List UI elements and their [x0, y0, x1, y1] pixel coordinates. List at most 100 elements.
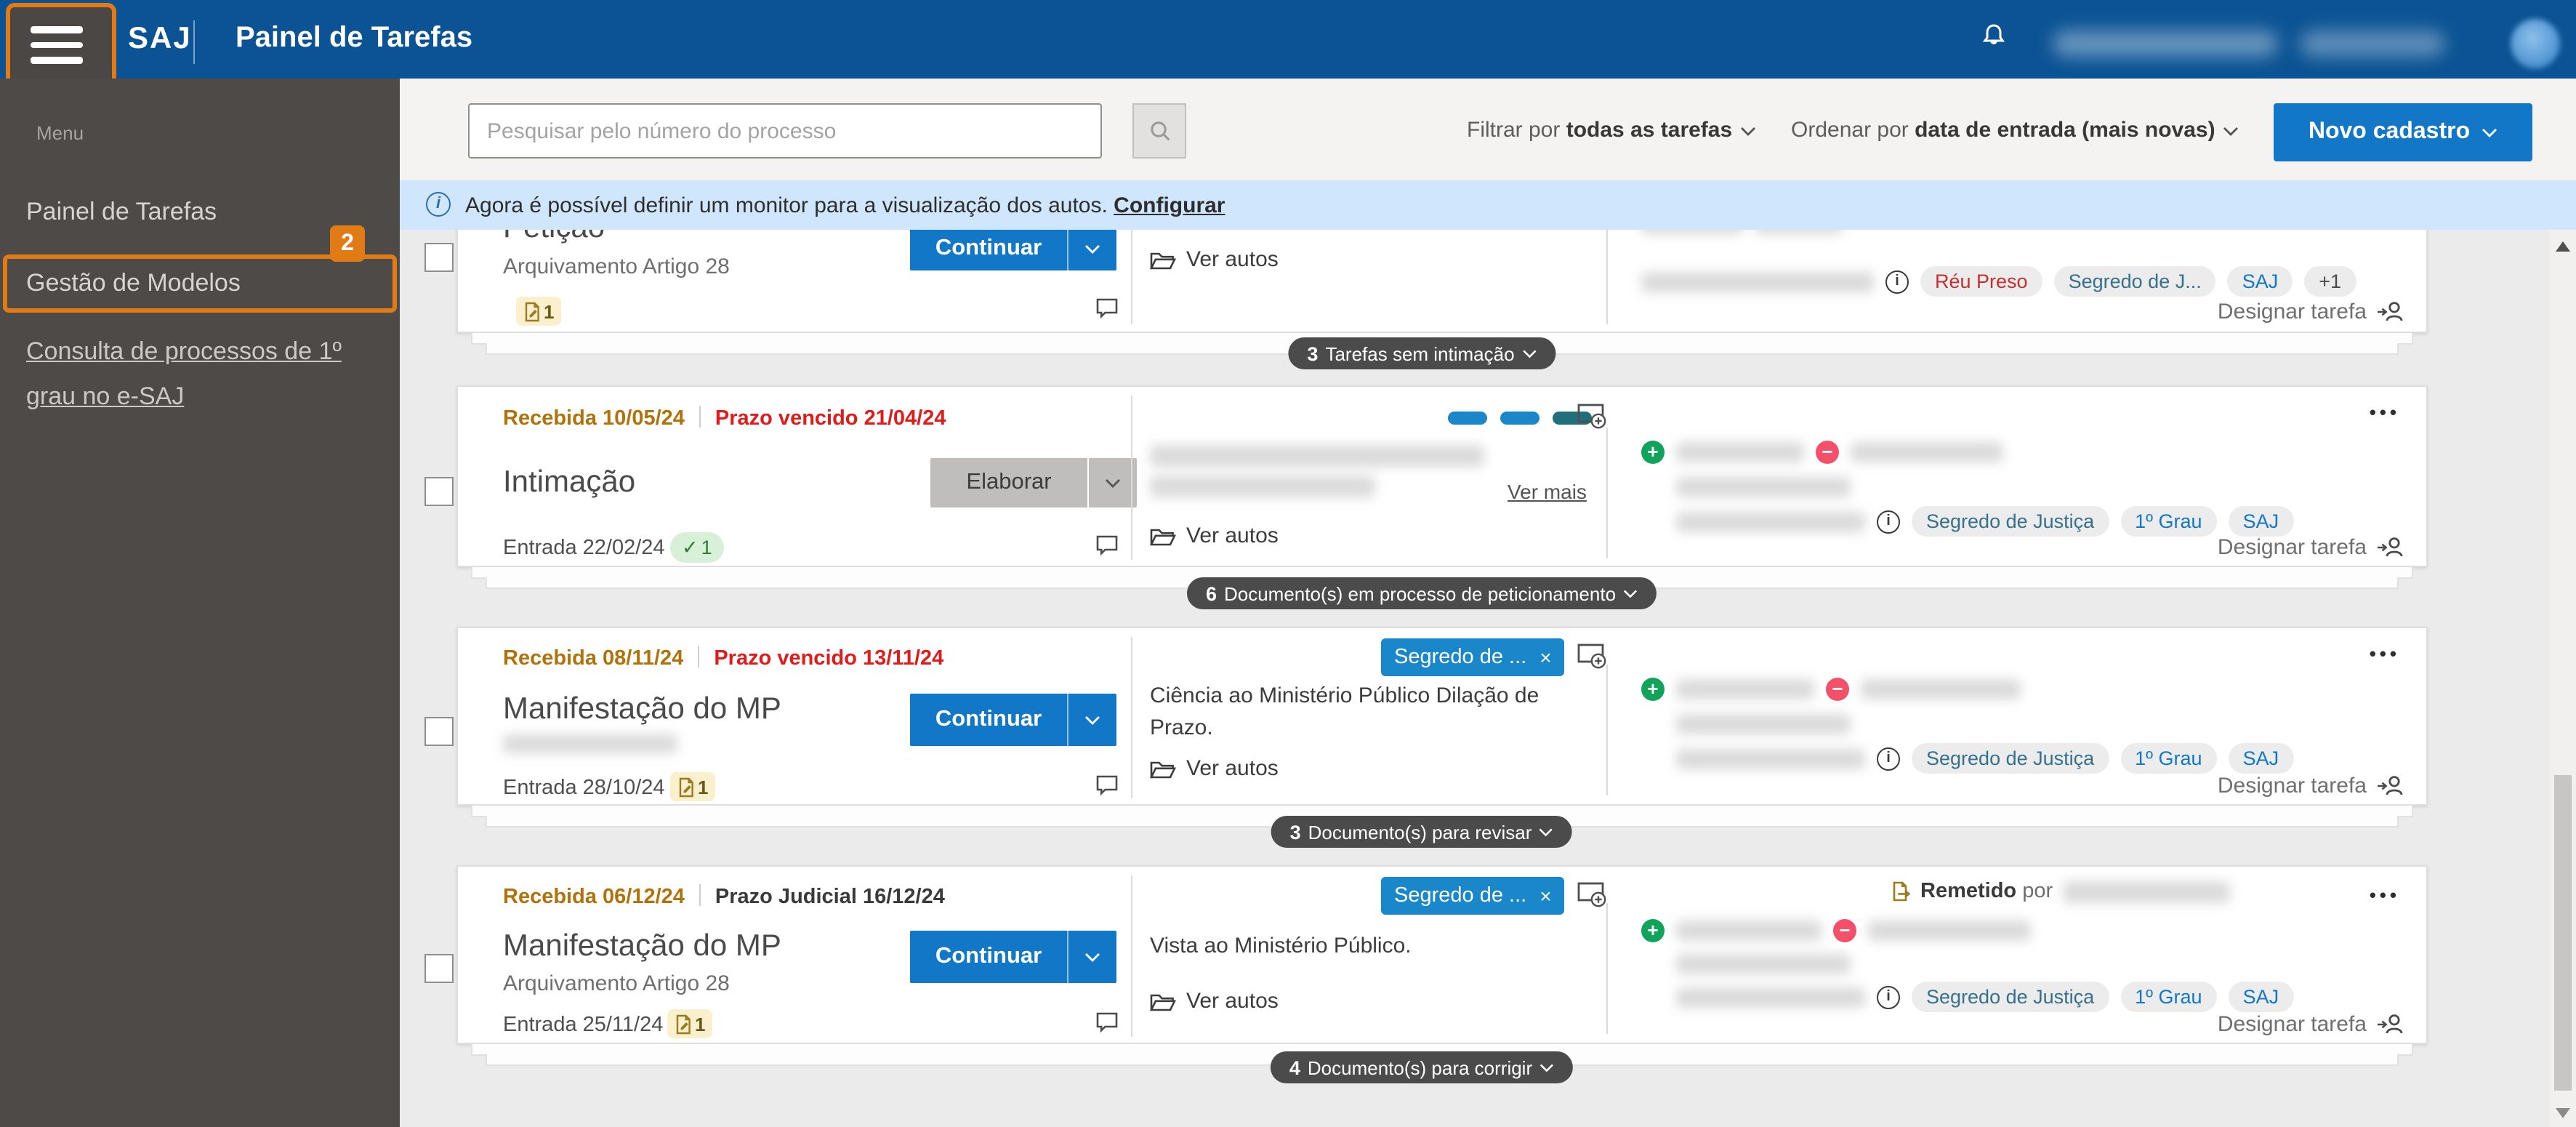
tag-saj: SAJ	[2229, 982, 2294, 1012]
comment-icon[interactable]	[1095, 534, 1119, 556]
user-name-redacted	[2053, 31, 2278, 57]
check-icon: ✓	[682, 536, 699, 559]
folder-icon	[1150, 525, 1176, 547]
plus-party-icon: +	[1641, 441, 1665, 464]
redacted-text	[1868, 921, 2031, 941]
info-circle-icon[interactable]: i	[1877, 747, 1900, 770]
ellipsis-menu-icon[interactable]: •••	[2370, 884, 2400, 906]
chevron-down-icon	[1623, 588, 1638, 598]
task-checkbox[interactable]	[424, 477, 454, 506]
task-card-intimacao: Recebida 10/05/24Prazo vencido 21/04/24 …	[456, 385, 2428, 567]
elaborar-label: Elaborar	[930, 458, 1087, 508]
ver-autos-link[interactable]: Ver autos	[1150, 524, 1279, 548]
configure-link[interactable]: Configurar	[1114, 193, 1225, 218]
tag-more[interactable]: +1	[2304, 266, 2356, 297]
designar-tarefa-link[interactable]: Designar tarefa	[2218, 300, 2403, 324]
top-header-bar: SAJ Painel de Tarefas	[0, 0, 2576, 79]
date-row: Recebida 06/12/24 Prazo Judicial 16/12/24	[503, 884, 945, 909]
vertical-scrollbar[interactable]	[2550, 230, 2576, 1127]
task-title: Petição	[503, 230, 605, 246]
button-dropdown[interactable]	[1067, 694, 1116, 746]
ver-autos-link[interactable]: Ver autos	[1150, 989, 1279, 1014]
redacted-text	[1676, 748, 1865, 769]
chip-close-icon[interactable]: ×	[1539, 884, 1551, 907]
chevron-down-icon	[1522, 348, 1537, 358]
task-checkbox[interactable]	[424, 954, 454, 983]
scrollbar-thumb[interactable]	[2554, 775, 2572, 1091]
elaborar-button[interactable]: Elaborar	[930, 458, 1137, 508]
ellipsis-menu-icon[interactable]: •••	[2370, 643, 2400, 665]
info-circle-icon[interactable]: i	[1877, 985, 1900, 1008]
notifications-bell-icon[interactable]	[1980, 22, 2008, 49]
process-tags-row: i Segredo de Justiça 1º Grau SAJ	[1676, 982, 2293, 1012]
sidebar-item-painel-de-tarefas[interactable]: Painel de Tarefas	[26, 198, 217, 227]
ellipsis-menu-icon[interactable]: •••	[2370, 401, 2400, 423]
document-edit-icon	[675, 1013, 692, 1035]
scrollbar-down-arrow[interactable]	[2556, 1108, 2570, 1118]
deadline-overdue: Prazo vencido 21/04/24	[715, 407, 946, 430]
designar-tarefa-link[interactable]: Designar tarefa	[2218, 1012, 2403, 1037]
continue-button[interactable]: Continuar	[910, 694, 1116, 746]
ver-autos-link[interactable]: Ver autos	[1150, 756, 1279, 781]
parties-row: +−	[1641, 919, 2031, 942]
redacted-text	[1861, 679, 2021, 699]
filter-value: todas as tarefas	[1566, 118, 1732, 143]
assign-person-icon	[2377, 774, 2403, 798]
date-row: Recebida 10/05/24 Prazo vencido 21/04/24	[503, 406, 946, 430]
group-pill-peticionamento[interactable]: 6Documento(s) em processo de peticioname…	[1187, 577, 1657, 609]
button-dropdown[interactable]	[1067, 931, 1116, 983]
task-checkbox[interactable]	[424, 717, 454, 746]
button-dropdown[interactable]	[1067, 230, 1116, 270]
order-prefix: Ordenar por	[1791, 118, 1909, 143]
scrollbar-up-arrow[interactable]	[2556, 241, 2570, 252]
task-checkbox[interactable]	[424, 243, 454, 272]
search-input[interactable]	[468, 103, 1102, 159]
filter-dropdown[interactable]: Filtrar por todas as tarefas	[1467, 118, 1755, 143]
plus-party-icon: +	[1641, 919, 1665, 942]
monitor-add-icon[interactable]	[1577, 403, 1606, 429]
info-circle-icon[interactable]: i	[1877, 510, 1900, 533]
designar-tarefa-link[interactable]: Designar tarefa	[2218, 774, 2403, 798]
task-description: Vista ao Ministério Público.	[1150, 931, 1564, 963]
sidebar-item-gestao-de-modelos[interactable]: Gestão de Modelos	[26, 269, 241, 298]
group-pill-revisar[interactable]: 3Documento(s) para revisar	[1271, 816, 1573, 848]
redacted-text	[1676, 987, 1865, 1007]
sidebar-item-consulta-processos[interactable]: Consulta de processos de 1º grau no e-SA…	[26, 329, 382, 419]
group-pill-corrigir[interactable]: 4Documento(s) para corrigir	[1271, 1051, 1573, 1083]
status-dash-blue	[1448, 412, 1487, 425]
redacted-text	[1676, 477, 1851, 497]
monitor-add-icon[interactable]	[1577, 643, 1606, 669]
redacted-text	[1150, 445, 1484, 467]
task-title: Intimação	[503, 465, 635, 500]
designar-tarefa-link[interactable]: Designar tarefa	[2218, 535, 2403, 560]
info-circle-icon[interactable]: i	[1885, 270, 1909, 293]
order-dropdown[interactable]: Ordenar por data de entrada (mais novas)	[1791, 118, 2239, 143]
chevron-down-icon	[2223, 118, 2239, 143]
monitor-add-icon[interactable]	[1577, 881, 1606, 907]
tag-1-grau: 1º Grau	[2120, 506, 2216, 537]
search-button[interactable]	[1132, 103, 1186, 159]
button-dropdown[interactable]	[1087, 458, 1137, 508]
ver-mais-link[interactable]: Ver mais	[1508, 480, 1587, 503]
group-pill-tarefas-sem-intimacao[interactable]: 3Tarefas sem intimação	[1288, 337, 1555, 369]
continue-button[interactable]: Continuar	[910, 230, 1116, 270]
redacted-text	[1641, 230, 1743, 234]
chip-close-icon[interactable]: ×	[1539, 646, 1551, 669]
comment-icon[interactable]	[1095, 1011, 1119, 1032]
ver-autos-link[interactable]: Ver autos	[1150, 247, 1279, 272]
received-date: Recebida 06/12/24	[503, 886, 685, 909]
deadline-judicial: Prazo Judicial 16/12/24	[715, 886, 945, 909]
continue-button[interactable]: Continuar	[910, 931, 1116, 983]
user-role-redacted	[2300, 31, 2445, 57]
header-divider	[193, 20, 195, 64]
comment-icon[interactable]	[1095, 774, 1119, 795]
hamburger-icon	[31, 26, 83, 72]
new-registration-button[interactable]: Novo cadastro	[2274, 103, 2532, 161]
avatar[interactable]	[2511, 19, 2560, 68]
search-field-wrap	[468, 103, 1102, 159]
received-date: Recebida 10/05/24	[503, 407, 685, 430]
page-title: Painel de Tarefas	[236, 22, 472, 55]
comment-icon[interactable]	[1095, 297, 1119, 318]
document-count-badge: 1	[670, 772, 715, 801]
assign-person-icon	[2377, 1012, 2403, 1037]
